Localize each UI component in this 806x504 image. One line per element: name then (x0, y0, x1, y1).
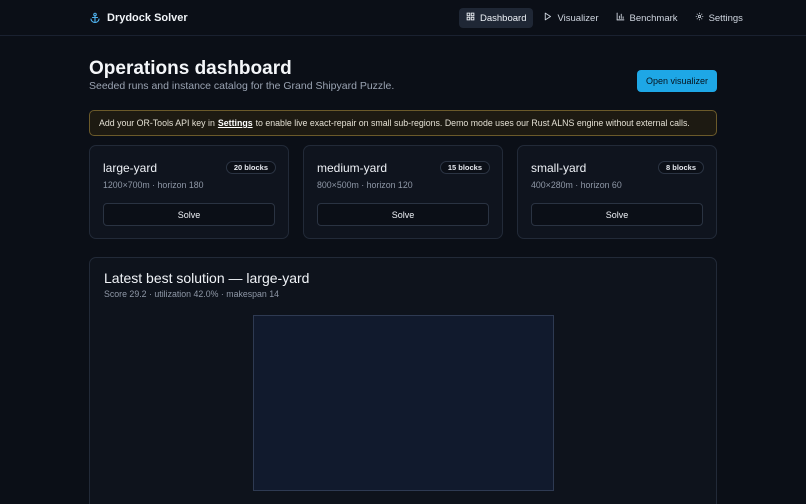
instance-card-medium-yard: medium-yard 15 blocks 800×500m · horizon… (303, 145, 503, 239)
nav-visualizer[interactable]: Visualizer (536, 8, 605, 28)
block-count-badge: 15 blocks (439, 161, 490, 174)
banner-suffix: to enable live exact-repair on small sub… (255, 118, 690, 128)
block-count-badge: 8 blocks (657, 161, 704, 174)
brand[interactable]: Drydock Solver (89, 10, 188, 26)
nav-settings[interactable]: Settings (688, 8, 750, 28)
instance-card-small-yard: small-yard 8 blocks 400×280m · horizon 6… (517, 145, 717, 239)
nav-benchmark-label: Benchmark (629, 12, 678, 24)
latest-solution-summary: Score 29.2 · utilization 42.0% · makespa… (104, 289, 280, 299)
open-visualizer-button[interactable]: Open visualizer (637, 70, 717, 92)
main-nav: Dashboard Visualizer Benchmark Settings (459, 8, 750, 28)
anchor-icon (89, 12, 101, 24)
page-subtitle: Seeded runs and instance catalog for the… (89, 80, 395, 92)
instance-meta: 800×500m · horizon 120 (317, 180, 413, 190)
bar-chart-icon (616, 12, 625, 24)
play-icon (543, 12, 552, 24)
nav-dashboard[interactable]: Dashboard (459, 8, 534, 28)
latest-solution-panel: Latest best solution — large-yard Score … (89, 257, 717, 504)
grid-icon (466, 12, 475, 24)
api-key-banner: Add your OR-Tools API key in Settings to… (89, 110, 717, 136)
solve-button[interactable]: Solve (531, 203, 703, 226)
solve-button[interactable]: Solve (317, 203, 489, 226)
instance-meta: 400×280m · horizon 60 (531, 180, 622, 190)
banner-settings-link[interactable]: Settings (218, 118, 253, 128)
page-title: Operations dashboard (89, 58, 292, 79)
nav-benchmark[interactable]: Benchmark (609, 8, 685, 28)
instance-name: large-yard (103, 161, 158, 175)
instance-card-large-yard: large-yard 20 blocks 1200×700m · horizon… (89, 145, 289, 239)
gear-icon (695, 12, 704, 24)
nav-visualizer-label: Visualizer (557, 12, 599, 24)
top-navbar: Drydock Solver Dashboard Visualizer Benc… (0, 0, 806, 36)
instance-name: small-yard (531, 161, 587, 175)
nav-dashboard-label: Dashboard (480, 12, 527, 24)
brand-name: Drydock Solver (107, 12, 188, 24)
latest-solution-title: Latest best solution — large-yard (104, 270, 310, 286)
yard-canvas[interactable] (253, 315, 554, 491)
instance-meta: 1200×700m · horizon 180 (103, 180, 204, 190)
nav-settings-label: Settings (708, 12, 743, 24)
banner-prefix: Add your OR-Tools API key in (99, 118, 215, 128)
instance-name: medium-yard (317, 161, 388, 175)
block-count-badge: 20 blocks (225, 161, 276, 174)
solve-button[interactable]: Solve (103, 203, 275, 226)
